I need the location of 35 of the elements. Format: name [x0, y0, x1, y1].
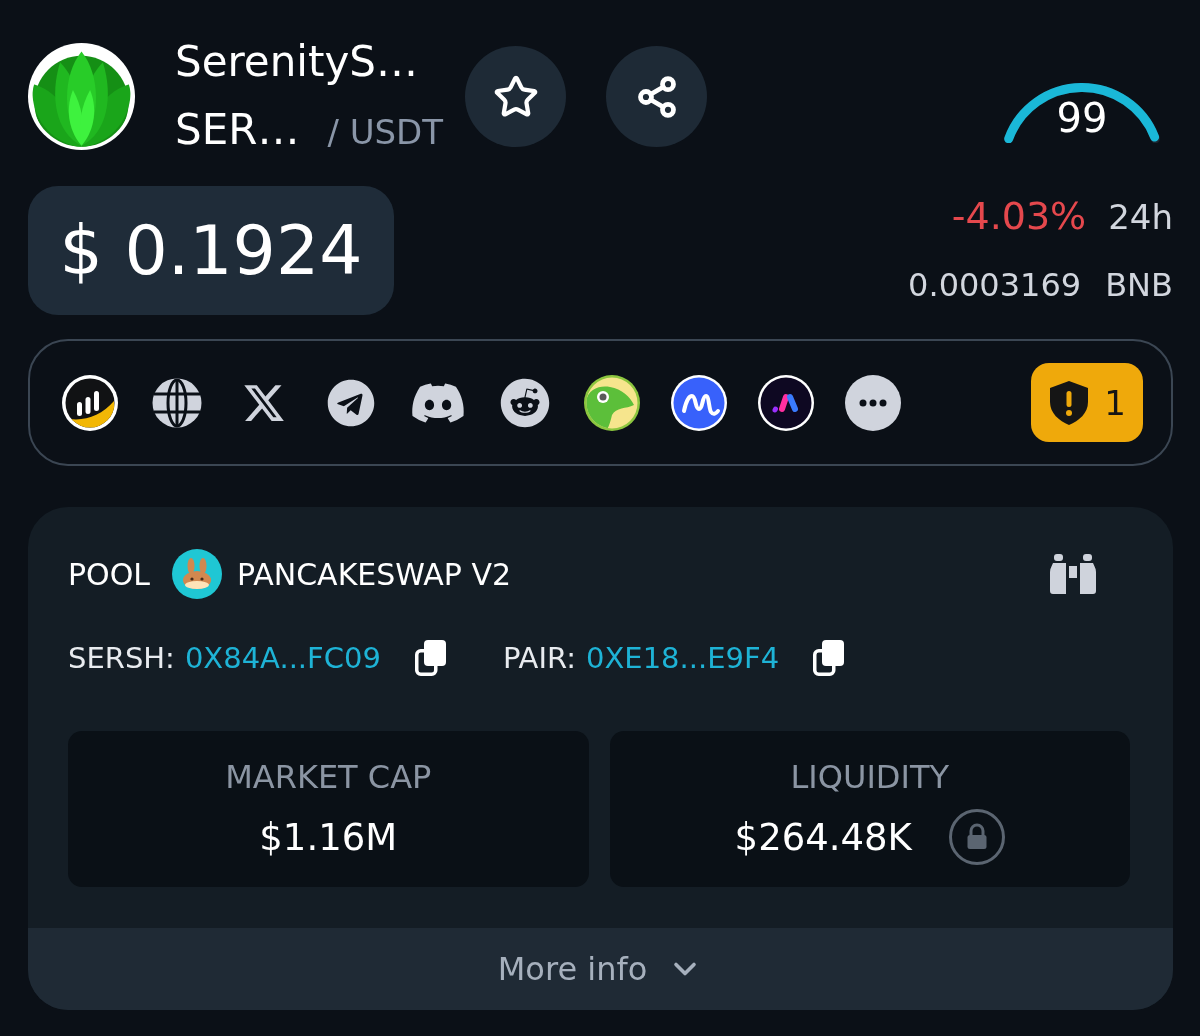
- wave-logo-icon[interactable]: [671, 374, 727, 431]
- stat-label: MARKET CAP: [225, 757, 432, 797]
- more-info-button[interactable]: More info: [28, 928, 1173, 1010]
- security-warnings-button[interactable]: 1: [1031, 363, 1143, 442]
- globe-icon[interactable]: [152, 377, 202, 428]
- gecko-icon[interactable]: [584, 374, 640, 431]
- address-label: PAIR:: [502, 641, 576, 675]
- quote-currency: / USDT: [327, 110, 444, 154]
- copy-icon[interactable]: [813, 640, 845, 676]
- leaf-logo-icon: [28, 43, 135, 150]
- copy-icon[interactable]: [414, 640, 446, 676]
- address-label: SERSH:: [68, 641, 175, 675]
- paper-plane-icon[interactable]: [327, 378, 375, 427]
- native-price: 0.0003169: [908, 265, 1082, 305]
- more-icon[interactable]: [845, 374, 901, 431]
- shield-warning-icon: [1048, 379, 1091, 426]
- binoculars-icon[interactable]: [1050, 554, 1096, 594]
- token-name: SerenityS…: [175, 36, 419, 87]
- stripes-logo-icon[interactable]: [758, 374, 814, 431]
- stat-label: LIQUIDITY: [790, 757, 949, 797]
- address-link[interactable]: 0X84A...FC09: [184, 641, 381, 675]
- dex-name: PANCAKESWAP V2: [237, 556, 512, 592]
- native-unit: BNB: [1105, 265, 1173, 305]
- bunny-icon: [172, 549, 223, 599]
- score-value: 99: [1056, 95, 1108, 141]
- price-display: $ 0.1924: [28, 186, 394, 315]
- alien-icon[interactable]: [500, 377, 550, 428]
- address-link[interactable]: 0XE18...E9F4: [586, 641, 780, 675]
- bar-chart-logo-icon[interactable]: [62, 374, 118, 431]
- pool-label: POOL: [68, 556, 151, 592]
- token-symbol: SER…: [175, 104, 300, 155]
- price-change: -4.03%: [951, 193, 1087, 239]
- stat-value: $264.48K: [734, 815, 912, 859]
- stat-value: $1.16M: [259, 815, 398, 859]
- change-period: 24h: [1108, 197, 1173, 237]
